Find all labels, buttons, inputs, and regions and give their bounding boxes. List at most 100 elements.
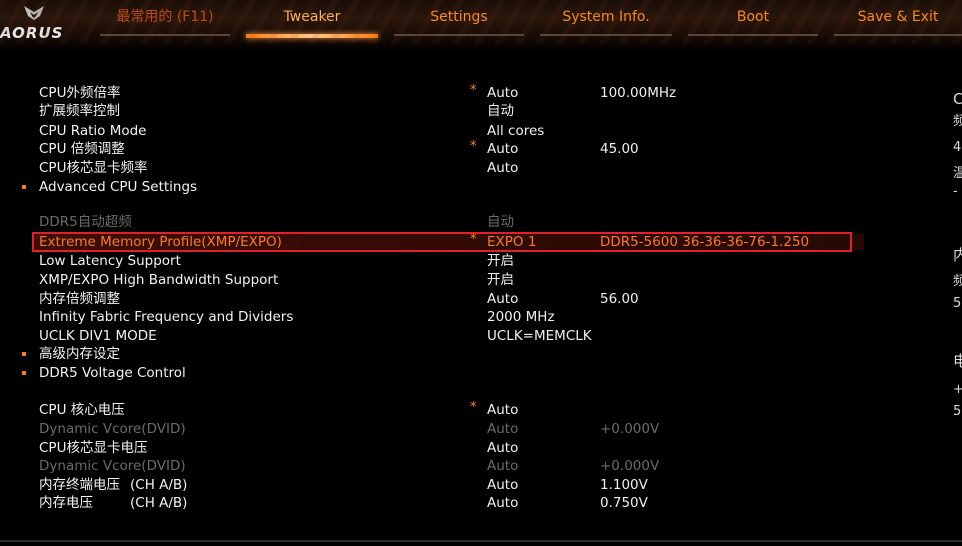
system-monitor-panel-cutoff: C 频 4 温 - 内 频 5 电 + 5 <box>950 80 962 440</box>
setting-current-value: DDR5-5600 36-36-36-76-1.250 <box>600 234 810 250</box>
monitor-text: 5 <box>953 404 962 419</box>
setting-label: 高级内存设定 <box>39 346 120 362</box>
setting-value[interactable]: 开启 <box>487 252 514 270</box>
setting-row-dram-voltage[interactable]: 内存电压 (CH A/B) Auto 0.750V <box>0 494 860 512</box>
tab-underline <box>100 34 230 36</box>
bottom-divider <box>0 540 962 542</box>
setting-label: 内存终端电压 <box>39 477 120 493</box>
setting-row-ddr5-auto-oc: DDR5自动超频 自动 <box>0 213 860 231</box>
setting-label: Dynamic Vcore(DVID) <box>39 458 186 474</box>
setting-label: DDR5自动超频 <box>39 214 132 230</box>
monitor-text: 内 <box>953 246 962 264</box>
setting-label: 扩展频率控制 <box>39 103 120 119</box>
setting-row-uclk-div1[interactable]: UCLK DIV1 MODE UCLK=MEMCLK <box>0 327 860 345</box>
monitor-text: 频 <box>953 274 962 289</box>
setting-value[interactable]: Auto <box>487 84 518 102</box>
setting-value[interactable]: UCLK=MEMCLK <box>487 327 592 345</box>
setting-value[interactable]: Auto <box>487 140 518 158</box>
tab-bar: 最常用的 (F11) Tweaker Settings System Info.… <box>96 0 962 44</box>
setting-value[interactable]: 开启 <box>487 271 514 289</box>
setting-value[interactable]: 自动 <box>487 102 514 120</box>
setting-row-cpu-ratio[interactable]: CPU 倍频调整 * Auto 45.00 <box>0 139 860 158</box>
setting-value: Auto <box>487 421 519 437</box>
setting-label: CPU核芯显卡电压 <box>39 440 148 456</box>
setting-row-cpu-vcore[interactable]: CPU 核心电压 * Auto <box>0 400 860 419</box>
tab-boot[interactable]: Boot <box>688 8 818 38</box>
tab-tweaker[interactable]: Tweaker <box>246 8 378 38</box>
monitor-text: C <box>953 90 962 108</box>
setting-value: 自动 <box>487 214 514 230</box>
setting-value[interactable]: Auto <box>487 159 518 177</box>
setting-row-infinity-fabric[interactable]: Infinity Fabric Frequency and Dividers 2… <box>0 308 860 326</box>
setting-current-value: 56.00 <box>600 291 639 307</box>
setting-label: DDR5 Voltage Control <box>39 365 186 381</box>
tab-underline <box>688 34 818 36</box>
submenu-advanced-cpu-settings[interactable]: Advanced CPU Settings <box>0 178 860 196</box>
setting-row-low-latency[interactable]: Low Latency Support 开启 <box>0 252 860 270</box>
submenu-advanced-memory[interactable]: 高级内存设定 <box>0 345 860 363</box>
tab-underline <box>246 34 378 38</box>
setting-value[interactable]: Auto <box>487 439 518 457</box>
setting-label: XMP/EXPO High Bandwidth Support <box>39 272 279 288</box>
tab-favorites[interactable]: 最常用的 (F11) <box>100 8 230 38</box>
setting-label-channel: (CH A/B) <box>130 495 188 511</box>
tab-label: System Info. <box>562 9 650 25</box>
setting-row-xmp-expo[interactable]: Extreme Memory Profile(XMP/EXPO) * EXPO … <box>0 232 860 251</box>
aorus-eagle-icon <box>24 6 44 20</box>
submenu-ddr5-voltage[interactable]: DDR5 Voltage Control <box>0 364 860 382</box>
monitor-text: 4 <box>953 140 962 155</box>
setting-label: CPU 核心电压 <box>39 402 125 418</box>
setting-label: Advanced CPU Settings <box>39 179 198 195</box>
setting-value[interactable]: Auto <box>487 476 518 494</box>
setting-value[interactable]: All cores <box>487 122 544 140</box>
setting-row-dynamic-vcore-2: Dynamic Vcore(DVID) Auto +0.000V <box>0 457 860 475</box>
tab-underline <box>540 34 672 36</box>
setting-label: Dynamic Vcore(DVID) <box>39 421 186 437</box>
tab-settings[interactable]: Settings <box>394 8 524 38</box>
setting-current-value: +0.000V <box>600 458 660 474</box>
changed-star-icon: * <box>470 232 477 247</box>
setting-label: Extreme Memory Profile(XMP/EXPO) <box>39 234 282 250</box>
tab-label: 最常用的 (F11) <box>116 9 214 25</box>
tab-system-info[interactable]: System Info. <box>540 8 672 38</box>
setting-current-value: 100.00MHz <box>600 85 677 101</box>
setting-value[interactable]: 2000 MHz <box>487 308 555 326</box>
setting-row-cpu-ratio-mode[interactable]: CPU Ratio Mode All cores <box>0 122 860 140</box>
monitor-text: + <box>953 382 962 397</box>
setting-label: CPU 倍频调整 <box>39 141 125 157</box>
setting-label: 内存电压 <box>39 495 93 511</box>
setting-row-igpu-voltage[interactable]: CPU核芯显卡电压 Auto <box>0 439 860 457</box>
monitor-text: 5 <box>953 296 962 311</box>
setting-value[interactable]: EXPO 1 <box>487 233 536 251</box>
setting-row-vtt[interactable]: 内存终端电压 (CH A/B) Auto 1.100V <box>0 476 860 494</box>
setting-current-value: +0.000V <box>600 421 660 437</box>
setting-value: Auto <box>487 458 519 474</box>
changed-star-icon: * <box>470 400 477 415</box>
tab-label: Boot <box>736 9 770 25</box>
setting-label: CPU外频倍率 <box>39 85 121 101</box>
setting-value[interactable]: Auto <box>487 401 518 419</box>
submenu-bullet-icon <box>22 371 26 375</box>
setting-label: UCLK DIV1 MODE <box>39 328 157 344</box>
setting-row-memory-multiplier[interactable]: 内存倍频调整 Auto 56.00 <box>0 290 860 308</box>
tab-label: Settings <box>430 9 488 25</box>
changed-star-icon: * <box>470 83 477 98</box>
tab-save-exit[interactable]: Save & Exit <box>834 8 962 38</box>
monitor-text: 频 <box>953 114 962 129</box>
bios-screen: AORUS 最常用的 (F11) Tweaker Settings System… <box>0 0 962 546</box>
changed-star-icon: * <box>470 139 477 154</box>
monitor-text: 电 <box>953 352 962 370</box>
setting-row-high-bandwidth[interactable]: XMP/EXPO High Bandwidth Support 开启 <box>0 271 860 289</box>
setting-row-freq-control[interactable]: 扩展频率控制 自动 <box>0 102 860 120</box>
tab-label: Tweaker <box>283 9 341 25</box>
tab-underline <box>394 34 524 36</box>
aorus-logo: AORUS <box>0 24 64 42</box>
submenu-bullet-icon <box>22 352 26 356</box>
setting-value[interactable]: Auto <box>487 290 518 308</box>
header-bar: AORUS 最常用的 (F11) Tweaker Settings System… <box>0 0 962 52</box>
setting-current-value: 1.100V <box>600 477 648 493</box>
setting-row-igpu-freq[interactable]: CPU核芯显卡频率 Auto <box>0 159 860 177</box>
setting-value[interactable]: Auto <box>487 494 518 512</box>
setting-row-cpu-base-clock[interactable]: CPU外频倍率 * Auto 100.00MHz <box>0 83 860 102</box>
setting-label: CPU Ratio Mode <box>39 123 147 139</box>
